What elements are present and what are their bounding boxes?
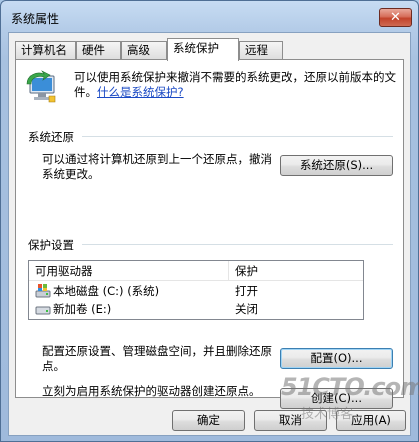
close-button[interactable]: ✕ — [379, 8, 412, 27]
title-bar[interactable]: 系统属性 ✕ — [1, 1, 418, 31]
tab-advanced[interactable]: 高级 — [121, 41, 167, 60]
system-restore-description: 可以通过将计算机还原到上一个还原点，撤消系统更改。 — [42, 152, 272, 181]
configure-description: 配置还原设置、管理磁盘空间，并且删除还原点。 — [42, 344, 272, 373]
tab-remote[interactable]: 远程 — [239, 41, 283, 60]
configure-button[interactable]: 配置(O)... — [280, 348, 393, 369]
window-title: 系统属性 — [11, 12, 60, 26]
column-protection[interactable]: 保护 — [229, 261, 363, 281]
drive-name-cell: 本地磁盘 (C:) (系统) — [35, 282, 225, 300]
system-restore-separator — [82, 136, 393, 137]
protection-settings-group-label: 保护设置 — [28, 238, 74, 252]
drive-list-header: 可用驱动器 保护 — [29, 261, 363, 281]
protection-settings-separator — [82, 244, 393, 245]
local-disk-icon — [35, 283, 51, 297]
system-properties-window: 系统属性 ✕ 计算机名 硬件 高级 系统保护 远程 可以使用系统保护来撤消不需要… — [0, 0, 419, 442]
close-icon: ✕ — [390, 10, 401, 25]
what-is-system-protection-link[interactable]: 什么是系统保护? — [97, 85, 184, 99]
create-description: 立刻为启用系统保护的驱动器创建还原点。 — [42, 384, 261, 398]
ok-button[interactable]: 确定 — [172, 410, 245, 431]
drive-protection-status: 打开 — [235, 284, 258, 298]
drive-icon — [35, 306, 51, 314]
drive-name: 本地磁盘 (C:) (系统) — [53, 284, 160, 298]
system-protection-icon — [26, 70, 56, 103]
watermark-subtitle: 技术博客 — [301, 407, 354, 422]
drive-row[interactable]: 本地磁盘 (C:) (系统) 打开 — [29, 282, 363, 300]
drive-protection-status: 关闭 — [235, 302, 258, 316]
column-available-drives[interactable]: 可用驱动器 — [29, 261, 229, 281]
tab-computer-name[interactable]: 计算机名 — [15, 41, 76, 60]
drive-list[interactable]: 可用驱动器 保护 本地磁盘 (C:) (系统) 打开 新加卷 (E:) 关闭 — [28, 260, 364, 320]
tab-hardware[interactable]: 硬件 — [76, 41, 121, 60]
drive-name: 新加卷 (E:) — [53, 302, 112, 316]
watermark: 51CTO.com — [281, 373, 419, 401]
drive-name-cell: 新加卷 (E:) — [35, 300, 225, 318]
drive-row[interactable]: 新加卷 (E:) 关闭 — [29, 300, 363, 318]
intro-block: 可以使用系统保护来撤消不需要的系统更改，还原以前版本的文件。什么是系统保护? — [74, 70, 396, 100]
tab-system-protection[interactable]: 系统保护 — [167, 38, 239, 61]
system-restore-group-label: 系统还原 — [28, 130, 74, 144]
system-restore-button[interactable]: 系统还原(S)... — [280, 155, 393, 176]
system-protection-panel: 可以使用系统保护来撤消不需要的系统更改，还原以前版本的文件。什么是系统保护? 系… — [15, 59, 404, 409]
